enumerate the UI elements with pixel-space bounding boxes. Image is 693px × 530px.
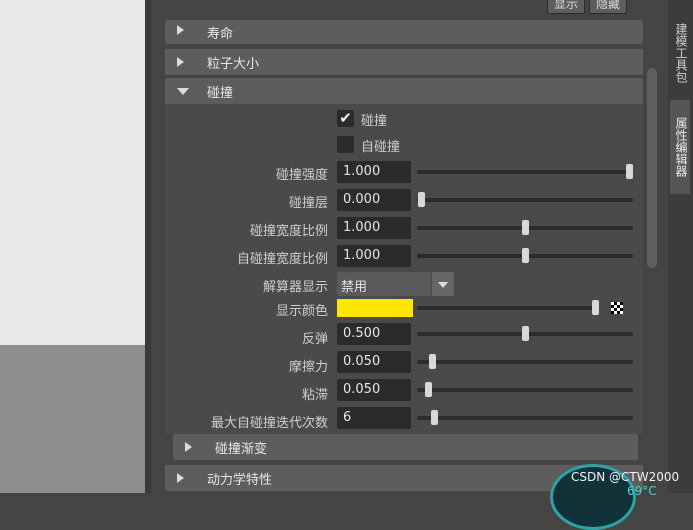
slider-handle[interactable] xyxy=(424,382,432,397)
chevron-down-icon xyxy=(438,282,448,288)
section-lifetime[interactable]: 寿命 xyxy=(165,20,643,44)
section-title: 碰撞 xyxy=(207,86,234,101)
temperature-readout: 69°C xyxy=(627,484,657,498)
watermark: CSDN @CTW2000 xyxy=(571,470,680,484)
solver-display-label: 解算器显示 xyxy=(262,280,328,295)
display-color-slider[interactable] xyxy=(417,300,600,315)
slider-handle[interactable] xyxy=(431,410,439,425)
expand-arrow-icon xyxy=(177,57,184,67)
stickiness-field[interactable]: 0.050 xyxy=(337,379,411,401)
section-collision[interactable]: 碰撞 xyxy=(165,78,643,104)
dropdown-button[interactable] xyxy=(431,272,454,296)
collision-width-scale-field[interactable]: 1.000 xyxy=(337,217,411,239)
attribute-panel: 显示 隐藏 寿命 粒子大小 碰撞 ✔ 碰撞 自碰撞 碰撞强度 1.000 碰撞层… xyxy=(151,0,668,493)
self-collision-width-scale-label: 自碰撞宽度比例 xyxy=(236,252,328,267)
section-particle-size[interactable]: 粒子大小 xyxy=(165,49,643,75)
self-collision-checkbox-label: 自碰撞 xyxy=(361,140,401,155)
solver-display-value: 禁用 xyxy=(341,280,368,295)
viewport[interactable] xyxy=(0,0,145,493)
max-self-iterations-field[interactable]: 6 xyxy=(337,407,411,429)
self-collision-width-scale-slider[interactable] xyxy=(417,248,633,263)
slider-handle[interactable] xyxy=(418,192,426,207)
stickiness-slider[interactable] xyxy=(417,382,633,397)
slider-handle[interactable] xyxy=(522,326,529,341)
collision-checkbox[interactable]: ✔ xyxy=(337,110,354,127)
collapse-arrow-icon xyxy=(177,88,189,95)
friction-field[interactable]: 0.050 xyxy=(337,351,411,373)
panel-scrollbar[interactable] xyxy=(647,68,657,268)
section-title: 粒子大小 xyxy=(207,57,260,72)
expand-arrow-icon xyxy=(185,442,192,452)
viewport-ground xyxy=(0,345,145,493)
bounce-label: 反弹 xyxy=(301,332,328,347)
expand-arrow-icon xyxy=(177,25,184,35)
section-title: 碰撞渐变 xyxy=(215,442,268,457)
slider-handle[interactable] xyxy=(522,220,529,235)
section-title: 寿命 xyxy=(207,27,234,42)
collision-width-scale-label: 碰撞宽度比例 xyxy=(249,224,328,239)
color-picker-icon[interactable] xyxy=(611,302,623,314)
section-title: 动力学特性 xyxy=(207,473,273,488)
friction-slider[interactable] xyxy=(417,354,633,369)
slider-handle[interactable] xyxy=(625,164,633,179)
max-self-iterations-label: 最大自碰撞迭代次数 xyxy=(210,416,328,431)
collision-layer-label: 碰撞层 xyxy=(288,196,328,211)
collision-checkbox-label: 碰撞 xyxy=(361,114,388,129)
bounce-slider[interactable] xyxy=(417,326,633,341)
collision-strength-label: 碰撞强度 xyxy=(275,168,328,183)
collision-strength-field[interactable]: 1.000 xyxy=(337,161,411,183)
self-collision-width-scale-field[interactable]: 1.000 xyxy=(337,245,411,267)
collision-layer-slider[interactable] xyxy=(417,192,633,207)
solver-display-dropdown[interactable]: 禁用 xyxy=(337,272,454,296)
bounce-field[interactable]: 0.500 xyxy=(337,323,411,345)
show-button[interactable]: 显示 xyxy=(547,0,586,14)
tab-modeling-toolkit[interactable]: 建模工具包 xyxy=(670,2,690,104)
section-collision-ramp[interactable]: 碰撞渐变 xyxy=(173,434,638,460)
collision-strength-slider[interactable] xyxy=(417,164,633,179)
slider-handle[interactable] xyxy=(522,248,529,263)
expand-arrow-icon xyxy=(177,473,184,483)
slider-handle[interactable] xyxy=(429,354,437,369)
tab-attribute-editor[interactable]: 属性编辑器 xyxy=(670,100,690,194)
stickiness-label: 粘滞 xyxy=(301,388,328,403)
display-color-swatch[interactable] xyxy=(337,299,413,317)
max-self-iterations-slider[interactable] xyxy=(417,410,633,425)
self-collision-checkbox[interactable] xyxy=(337,136,354,153)
slider-handle[interactable] xyxy=(592,300,600,315)
side-tab-bar: 建模工具包 属性编辑器 xyxy=(668,0,693,493)
collision-width-scale-slider[interactable] xyxy=(417,220,633,235)
display-color-label: 显示颜色 xyxy=(275,304,328,319)
hide-button[interactable]: 隐藏 xyxy=(589,0,628,14)
friction-label: 摩擦力 xyxy=(288,360,328,375)
collision-layer-field[interactable]: 0.000 xyxy=(337,189,411,211)
